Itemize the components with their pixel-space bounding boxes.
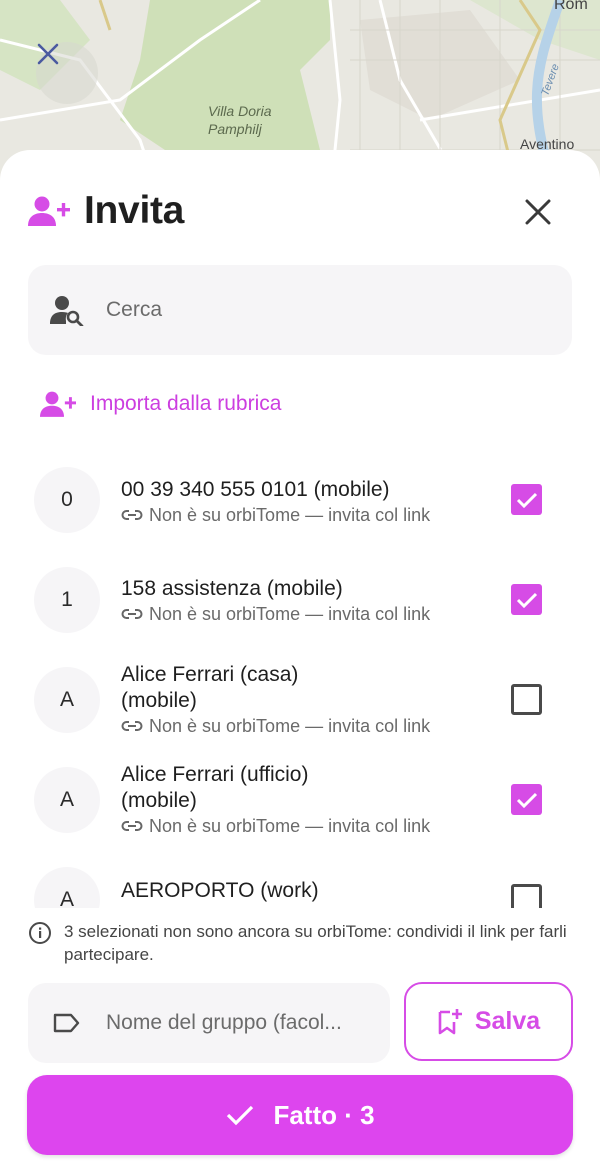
import-contacts-label: Importa dalla rubrica (90, 392, 282, 415)
avatar: A (34, 767, 100, 833)
map-place-label: Villa Doria Pamphilj (208, 103, 272, 137)
contact-status-text: Non è su orbiTome — invita col link (149, 505, 431, 525)
bookmark-add-icon (438, 1008, 462, 1034)
contact-status: Non è su orbiTome — invita col link (121, 814, 481, 838)
link-icon (121, 821, 143, 831)
avatar: A (34, 867, 100, 908)
close-button[interactable] (518, 192, 558, 232)
person-add-icon (40, 391, 76, 417)
contact-name: Alice Ferrari (ufficio) (mobile) (121, 763, 309, 812)
avatar: 0 (34, 467, 100, 533)
contact-status-text: Non è su orbiTome — invita col link (149, 816, 431, 836)
check-icon (227, 1105, 254, 1126)
label-icon (53, 1013, 80, 1033)
link-icon (121, 510, 143, 520)
contact-name: Alice Ferrari (casa) (mobile) (121, 663, 299, 712)
done-label: Fatto · 3 (273, 1099, 375, 1130)
invite-sheet: Invita Importa dalla rubrica 0 (0, 150, 600, 1173)
contact-list[interactable]: 0 00 39 340 555 0101 (mobile) Non è su o… (0, 450, 600, 908)
contact-status: Non è su orbiTome — invita col link (121, 714, 481, 738)
contact-checkbox[interactable] (511, 784, 542, 815)
contact-checkbox[interactable] (511, 584, 542, 615)
check-icon (516, 592, 537, 608)
list-item[interactable]: A Alice Ferrari (casa) (mobile) Non è su… (0, 650, 600, 750)
person-add-icon (28, 193, 72, 229)
contact-status: Non è su orbiTome — invita col link (121, 503, 481, 527)
info-notice: 3 selezionati non sono ancora su orbiTom… (28, 920, 572, 966)
list-item[interactable]: A Alice Ferrari (ufficio) (mobile) Non è… (0, 750, 600, 850)
contact-status-text: Non è su orbiTome — invita col link (149, 604, 431, 624)
close-icon (525, 199, 551, 225)
contact-checkbox[interactable] (511, 884, 542, 908)
done-button[interactable]: Fatto · 3 (27, 1075, 573, 1155)
close-icon (37, 43, 59, 65)
map-close-button[interactable] (36, 42, 98, 104)
contact-name: 158 assistenza (mobile) (121, 577, 343, 600)
search-box[interactable] (28, 265, 572, 355)
contact-status-text: Non è su orbiTome — invita col link (149, 716, 431, 736)
import-contacts-button[interactable]: Importa dalla rubrica (40, 386, 281, 422)
person-search-icon (50, 296, 84, 326)
group-name-input[interactable] (106, 1011, 376, 1035)
info-text: 3 selezionati non sono ancora su orbiTom… (64, 922, 567, 964)
contact-checkbox[interactable] (511, 484, 542, 515)
contact-status: Non è su orbiTome — invita col link (121, 602, 481, 626)
group-name-field[interactable] (28, 983, 390, 1063)
save-button[interactable]: Salva (404, 982, 573, 1061)
list-item[interactable]: A AEROPORTO (work) (0, 850, 600, 908)
page-title: Invita (84, 189, 185, 232)
check-icon (516, 792, 537, 808)
avatar: 1 (34, 567, 100, 633)
check-icon (516, 492, 537, 508)
map-city-label: Rom (554, 0, 588, 13)
list-item[interactable]: 1 158 assistenza (mobile) Non è su orbiT… (0, 550, 600, 650)
list-item[interactable]: 0 00 39 340 555 0101 (mobile) Non è su o… (0, 450, 600, 550)
contact-name: 00 39 340 555 0101 (mobile) (121, 478, 390, 501)
info-icon (29, 922, 51, 944)
contact-checkbox[interactable] (511, 684, 542, 715)
search-input[interactable] (106, 298, 526, 322)
avatar: A (34, 667, 100, 733)
link-icon (121, 609, 143, 619)
link-icon (121, 721, 143, 731)
sheet-header: Invita (28, 184, 572, 238)
save-label: Salva (474, 1007, 541, 1035)
contact-name: AEROPORTO (work) (121, 879, 319, 902)
